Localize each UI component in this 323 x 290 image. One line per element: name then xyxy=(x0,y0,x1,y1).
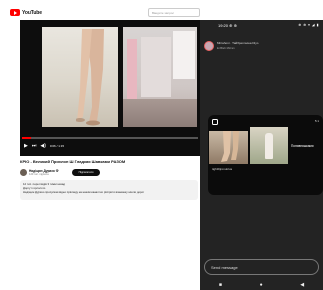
video-frame-left xyxy=(42,27,118,127)
video-controls: ▶ ⏭ ◀) 0:06 / 1:15 xyxy=(24,142,64,150)
description-line: Надiщин Дурахо пропуская вiдео прiкладу … xyxy=(23,190,145,195)
search-input[interactable]: Введите запрос xyxy=(148,8,200,17)
home-icon[interactable]: ● xyxy=(260,282,263,288)
story-avatar[interactable] xyxy=(204,41,214,51)
post-caption: Попивняшками xyxy=(291,144,314,148)
channel-row: Надiщин Дурахо Ф 120 тис. пiдписн. Пiдпи… xyxy=(20,168,198,178)
status-time: 19:20 ⊕ ⊕ xyxy=(218,23,237,28)
youtube-window: YouTube Введите запрос ▶ ⏭ ◀) 0:06 / 1:1 xyxy=(0,0,200,290)
story-subtitle: Ei Bleh Mirran xyxy=(217,46,235,50)
volume-icon[interactable]: ◀) xyxy=(40,143,46,149)
video-frame-right xyxy=(123,27,197,127)
android-nav-bar: ■ ● ◀ xyxy=(200,280,323,290)
send-message-input[interactable]: Send message xyxy=(204,259,319,275)
youtube-logo[interactable]: YouTube xyxy=(10,9,42,16)
channel-avatar[interactable] xyxy=(20,169,27,176)
subscribe-button[interactable]: Пiдписатися xyxy=(72,169,100,176)
video-title: КРIO - Великий Прихлоп Ш Гладкая Шавками… xyxy=(20,159,126,164)
status-bar: 19:20 ⊕ ⊕ ⊕ ⊕ ▾ ◢ ▮ xyxy=(200,20,323,32)
post-author[interactable]: tightDjronutrius xyxy=(212,167,232,171)
channel-subscribers: 120 тис. пiдписн. xyxy=(29,173,50,176)
dancer-legs-image xyxy=(76,29,104,126)
youtube-logo-text: YouTube xyxy=(22,9,42,16)
status-icons: ⊕ ⊕ ▾ ◢ ▮ xyxy=(298,23,319,27)
youtube-play-icon xyxy=(10,9,20,16)
back-icon[interactable]: ◀ xyxy=(300,282,304,288)
post-thumbnail-dancer xyxy=(250,127,288,164)
video-time: 0:06 / 1:15 xyxy=(49,144,65,148)
video-progress-bar[interactable] xyxy=(22,137,198,139)
shared-post-card[interactable]: 5:1 Попивняшками tightDjronutrius xyxy=(208,115,323,195)
youtube-header: YouTube Введите запрос xyxy=(0,7,200,21)
story-username[interactable]: Mirrahoni · Тайбрегласеа Diyo xyxy=(217,41,258,45)
hallway-window xyxy=(173,31,195,79)
hallway-floor xyxy=(123,99,197,127)
hallway-wall xyxy=(141,37,171,97)
video-progress-fill xyxy=(22,137,31,139)
post-time: 5:1 xyxy=(314,119,319,123)
phone-screen: 19:20 ⊕ ⊕ ⊕ ⊕ ▾ ◢ ▮ Mirrahoni · Тайбрегл… xyxy=(200,20,323,290)
video-player[interactable]: ▶ ⏭ ◀) 0:06 / 1:15 xyxy=(20,20,200,156)
story-header: Mirrahoni · Тайбрегласеа Diyo Ei Bleh Mi… xyxy=(204,39,322,53)
recent-apps-icon[interactable]: ■ xyxy=(219,282,222,288)
next-icon[interactable]: ⏭ xyxy=(32,143,37,149)
feet-image xyxy=(221,131,239,162)
message-placeholder: Send message xyxy=(211,265,238,270)
dancer-figure xyxy=(265,133,273,159)
instagram-icon xyxy=(212,119,218,125)
post-thumbnail-feet xyxy=(209,131,248,164)
play-icon[interactable]: ▶ xyxy=(24,143,28,149)
video-description[interactable]: 12 тис. переглядiв 3 тижнi назад Доргут … xyxy=(20,180,198,200)
